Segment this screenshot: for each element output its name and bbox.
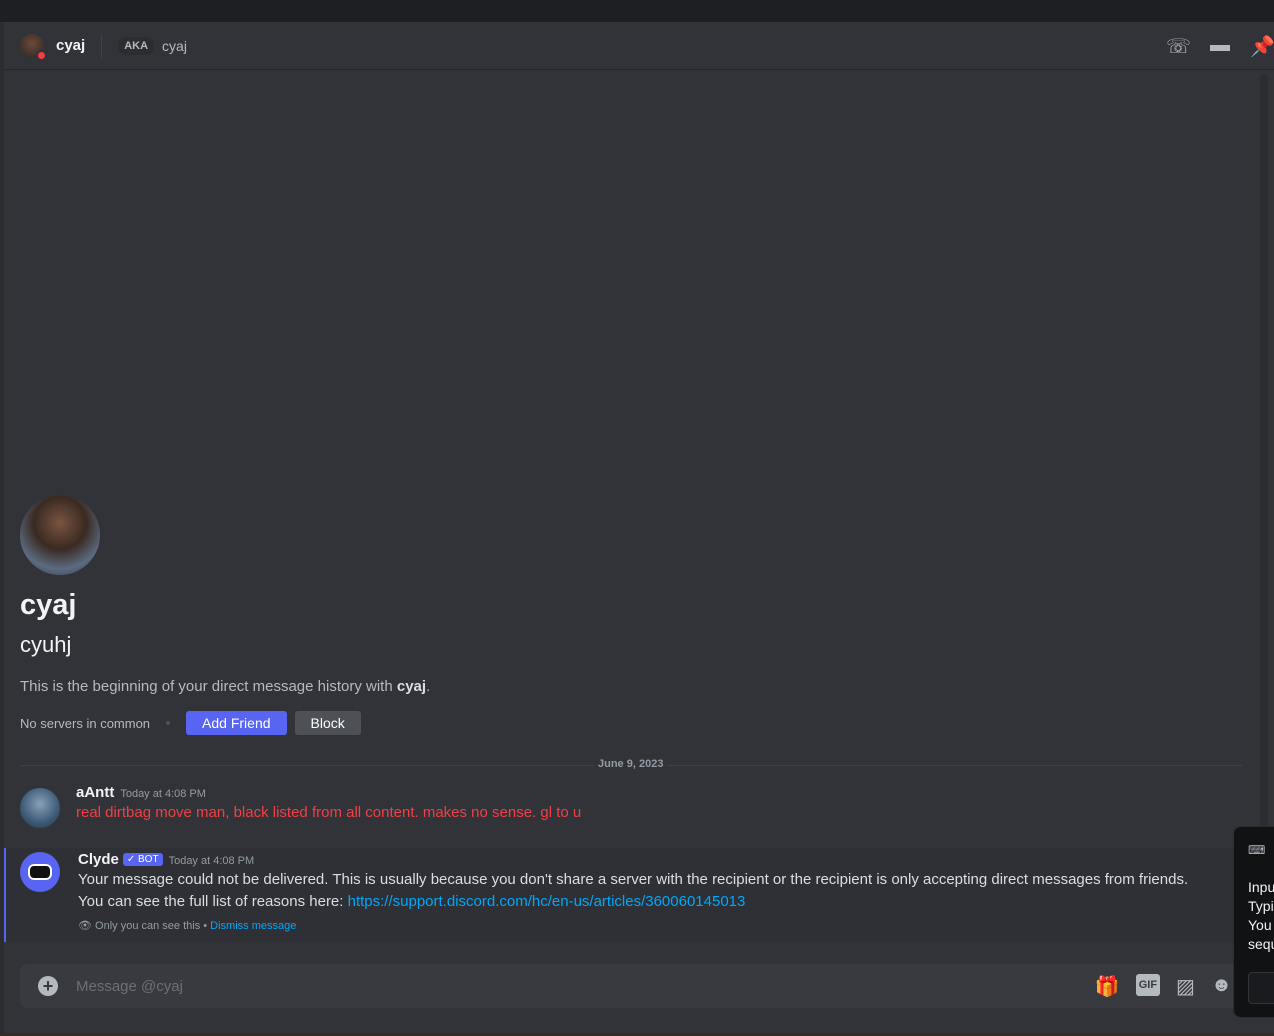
message-timestamp: Today at 4:08 PM [120,788,206,800]
message-text-line2: You can see the full list of reasons her… [78,891,1260,913]
video-icon[interactable]: ▬ [1208,34,1232,59]
gift-icon[interactable]: 🎁 [1095,974,1120,999]
description-name: cyaj [396,678,427,695]
scrollbar[interactable] [1260,74,1268,944]
keyboard-icon: ⌨ [1248,843,1266,857]
phone-call-icon[interactable]: ☏ [1166,34,1191,59]
aka-badge: AKA [118,36,155,55]
emoji-icon[interactable]: ☻ [1211,974,1232,999]
popup-line: sequ [1248,936,1274,952]
popup-button[interactable] [1248,972,1274,1004]
message-composer[interactable]: + Message @cyaj 🎁 GIF ▨ ☻ [20,964,1260,1008]
dm-intro: cyaj cyuhj This is the beginning of your… [20,495,430,735]
ephemeral-dot: • [200,920,211,932]
popup-line: Inpu [1248,879,1274,895]
avatar[interactable] [20,788,60,828]
intro-description: This is the beginning of your direct mes… [20,678,430,695]
ephemeral-note: 👁 Only you can see this • Dismiss messag… [78,919,1260,932]
message-author[interactable]: Clyde [78,851,119,868]
aka-name: cyaj [162,37,187,54]
separator-dot [166,721,171,725]
message-item-clyde: Clyde ✓ BOT Today at 4:08 PM Your message … [4,848,1260,942]
description-text: This is the beginning of your direct mes… [20,678,397,695]
profile-avatar[interactable] [20,495,100,575]
add-attachment-icon[interactable]: + [38,976,58,996]
message-item: aAntt Today at 4:08 PM real dirtbag move … [4,784,1260,828]
sticker-icon[interactable]: ▨ [1176,974,1195,999]
message-text: Your message could not be delivered. Thi… [78,871,1189,888]
dnd-status-icon [36,49,47,61]
ephemeral-text: Only you can see this [95,920,201,932]
gif-icon[interactable]: GIF [1135,974,1161,996]
support-link[interactable]: https://support.discord.com/hc/en-us/art… [348,893,746,910]
channel-header: cyaj AKA cyaj ☏ ▬ 📌 [4,22,1274,70]
header-avatar[interactable] [20,33,47,61]
message-timestamp: Today at 4:08 PM [168,855,255,867]
block-button[interactable]: Block [294,711,361,735]
popup-line: You [1248,917,1272,933]
notification-popup: ⌨ Inpu Typi You sequ [1233,826,1274,1018]
pin-icon[interactable]: 📌 [1250,34,1274,59]
intro-display-name: cyaj [20,589,77,621]
mutual-servers: No servers in common [20,715,151,731]
date-divider-label: June 9, 2023 [594,758,668,770]
header-username[interactable]: cyaj [56,37,85,54]
header-divider [101,33,103,58]
title-bar [0,0,1274,22]
intro-username: cyuhj [20,632,72,657]
bot-face-icon [28,864,52,880]
eye-icon: 👁 [78,920,96,932]
reasons-text: You can see the full list of reasons her… [78,893,348,910]
message-input[interactable]: Message @cyaj [76,978,183,995]
clyde-avatar[interactable] [20,852,60,892]
add-friend-button[interactable]: Add Friend [186,711,287,735]
message-text: real dirtbag move man, black listed from… [76,804,582,821]
message-author[interactable]: aAntt [76,784,114,801]
popup-line: Typi [1248,898,1274,914]
dismiss-message-link[interactable]: Dismiss message [210,920,296,932]
bot-badge: ✓ BOT [122,853,163,866]
description-suffix: . [426,678,431,695]
